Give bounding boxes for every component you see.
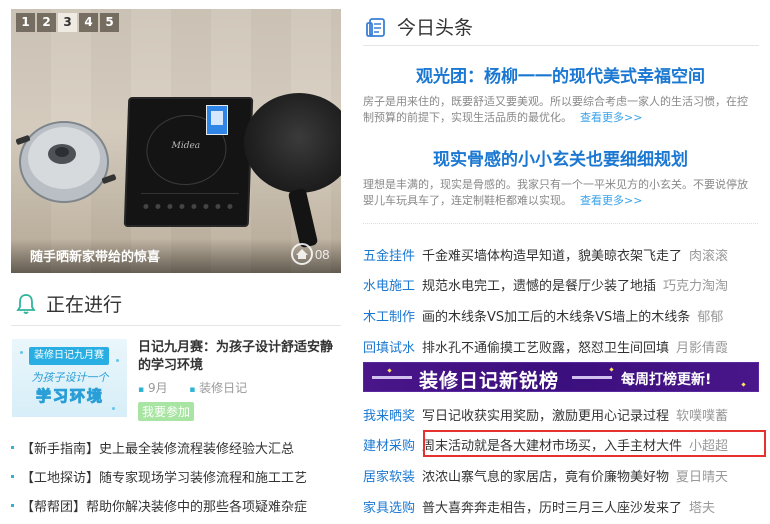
see-more-link[interactable]: 查看更多>> — [580, 111, 642, 124]
list-item[interactable]: 【帮帮团】帮助你解决装修中的那些各项疑难杂症 — [11, 491, 346, 520]
news-link[interactable]: 【帮帮团】帮助你解决装修中的那些各项疑难杂症 — [21, 496, 307, 515]
sparkle-decor — [387, 368, 392, 373]
join-contest-button[interactable]: 我要参加 — [138, 402, 195, 421]
house-logo-icon: 08 — [291, 243, 329, 265]
ongoing-divider — [11, 325, 341, 326]
category-link[interactable]: 五金挂件 — [363, 245, 415, 264]
headlines-divider — [363, 45, 759, 46]
author-name[interactable]: 塔夫 — [689, 497, 715, 516]
watermark-text: 08 — [315, 247, 329, 262]
article-link[interactable]: 画的木线条VS加工后的木线条VS墙上的木线条 — [422, 306, 690, 325]
slider-page-3[interactable]: 3 — [58, 13, 77, 32]
diary-month: 9月 — [147, 381, 168, 395]
price-tag-image — [206, 105, 228, 135]
diary-contest-image[interactable]: 装修日记九月赛 为孩子设计一个 学习环境 — [12, 339, 127, 417]
sparkle-decor — [609, 367, 614, 372]
category-link[interactable]: 居家软装 — [363, 466, 415, 485]
author-name[interactable]: 肉滚滚 — [689, 245, 728, 264]
category-link[interactable]: 家具选购 — [363, 497, 415, 516]
sparkle-decor — [20, 351, 23, 354]
bullet-icon — [11, 446, 14, 449]
category-link[interactable]: 水电施工 — [363, 275, 415, 294]
category-link[interactable]: 我来晒奖 — [363, 405, 415, 424]
author-name[interactable]: 郁郁 — [697, 306, 723, 325]
bullet-icon — [11, 504, 14, 507]
feature-description: 理想是丰满的，现实是骨感的。我家只有一个一平米见方的小玄关。不要说停放婴儿车玩具… — [363, 178, 748, 207]
headlines-title: 今日头条 — [397, 17, 474, 39]
see-more-link[interactable]: 查看更多>> — [580, 194, 642, 207]
feature-article-1: 观光团：杨柳一一的现代美式幸福空间 房子是用来住的，既要舒适又要美观。所以要综合… — [363, 62, 758, 126]
article-link[interactable]: 写日记收获实用奖励，激励更用心记录过程 — [422, 405, 669, 424]
list-item[interactable]: 【工地探访】随专家现场学习装修流程和施工工艺 — [11, 462, 346, 491]
list-item[interactable]: 【新手指南】史上最全装修流程装修经验大汇总 — [11, 433, 346, 462]
induction-cooktop-image: Midea — [123, 97, 254, 227]
diary-image-line1: 为孩子设计一个 — [31, 371, 109, 384]
diary-image-ribbon: 装修日记九月赛 — [29, 347, 109, 365]
sparkle-decor — [116, 359, 119, 362]
slider-page-5[interactable]: 5 — [100, 13, 119, 32]
category-list-top: 五金挂件 千金难买墙体构造早知道，貌美晾衣架飞走了 肉滚滚 水电施工 规范水电完工，遗… — [363, 239, 761, 361]
feature-description: 房子是用来住的，既要舒适又要美观。所以要综合考虑一家人的生活习惯，在控制预算的前… — [363, 95, 748, 124]
cooktop-control-panel — [140, 193, 239, 217]
slider-pagination: 1 2 3 4 5 — [16, 13, 119, 32]
feature-divider — [363, 223, 758, 224]
banner-arrow-left — [372, 376, 412, 379]
diary-contest-title[interactable]: 日记九月赛：为孩子设计舒适安静的学习环境 — [138, 339, 343, 375]
author-name[interactable]: 月影倩霞 — [676, 337, 728, 356]
slider-page-2[interactable]: 2 — [37, 13, 56, 32]
article-link[interactable]: 浓浓山寨气息的家居店，竟有价廉物美好物 — [422, 466, 669, 485]
slider-page-1[interactable]: 1 — [16, 13, 35, 32]
category-link[interactable]: 建材采购 — [363, 435, 415, 454]
diary-image-line2: 学习环境 — [35, 387, 104, 406]
category-link[interactable]: 回填试水 — [363, 337, 415, 356]
category-row[interactable]: 居家软装 浓浓山寨气息的家居店，竟有价廉物美好物 夏日晴天 — [363, 460, 761, 491]
category-row[interactable]: 五金挂件 千金难买墙体构造早知道，貌美晾衣架飞走了 肉滚滚 — [363, 239, 761, 270]
author-name[interactable]: 软噗噗蓄 — [676, 405, 728, 424]
article-link[interactable]: 普大喜奔奔走相告，历时三月三人座沙发来了 — [422, 497, 682, 516]
photo-slider[interactable]: Midea 1 2 3 4 5 随手晒新家带给的惊喜 08 — [11, 9, 341, 273]
news-link[interactable]: 【工地探访】随专家现场学习装修流程和施工工艺 — [21, 467, 307, 486]
news-link[interactable]: 【新手指南】史上最全装修流程装修经验大汇总 — [21, 438, 294, 457]
feature-article-2: 现实骨感的小小玄关也要细细规划 理想是丰满的，现实是骨感的。我家只有一个一平米见… — [363, 145, 758, 209]
feature-title[interactable]: 现实骨感的小小玄关也要细细规划 — [363, 145, 758, 170]
bullet-icon — [11, 475, 14, 478]
banner-title: 装修日记新锐榜 — [419, 370, 560, 392]
category-link[interactable]: 木工制作 — [363, 306, 415, 325]
diary-contest-meta: ▪ 9月 ▪ 装修日记 — [138, 381, 248, 395]
ongoing-title: 正在进行 — [46, 294, 123, 316]
article-link[interactable]: 千金难买墙体构造早知道，貌美晾衣架飞走了 — [422, 245, 682, 264]
article-link[interactable]: 排水孔不通偷摸工艺败露，怒怼卫生间回填 — [422, 337, 669, 356]
slider-page-4[interactable]: 4 — [79, 13, 98, 32]
highlight-box — [423, 430, 766, 457]
banner-arrow-mid — [572, 376, 612, 379]
diary-category: 装修日记 — [199, 381, 248, 395]
category-row[interactable]: 家具选购 普大喜奔奔走相告，历时三月三人座沙发来了 塔夫 — [363, 491, 761, 522]
category-list-bottom: 我来晒奖 写日记收获实用奖励，激励更用心记录过程 软噗噗蓄 建材采购 周末活动就是各大… — [363, 399, 761, 521]
sparkle-decor — [112, 407, 115, 410]
pot-image — [16, 121, 117, 203]
headlines-header: 今日头条 — [365, 13, 473, 40]
banner-subtitle: 每周打榜更新! — [621, 372, 712, 388]
diary-ranking-banner[interactable]: 装修日记新锐榜 每周打榜更新! — [363, 362, 759, 392]
newspaper-icon — [366, 17, 385, 37]
cooktop-brand: Midea — [171, 141, 201, 151]
category-row[interactable]: 我来晒奖 写日记收获实用奖励，激励更用心记录过程 软噗噗蓄 — [363, 399, 761, 430]
sparkle-decor — [741, 382, 746, 387]
ongoing-header: 正在进行 — [15, 290, 122, 317]
category-row[interactable]: 水电施工 规范水电完工，遗憾的是餐厅少装了地插 巧克力淘淘 — [363, 270, 761, 301]
slider-caption[interactable]: 随手晒新家带给的惊喜 — [30, 246, 160, 265]
category-row[interactable]: 木工制作 画的木线条VS加工后的木线条VS墙上的木线条 郁郁 — [363, 300, 761, 331]
author-name[interactable]: 巧克力淘淘 — [663, 275, 728, 294]
author-name[interactable]: 夏日晴天 — [676, 466, 728, 485]
bell-icon — [16, 293, 36, 314]
ongoing-news-list: 【新手指南】史上最全装修流程装修经验大汇总 【工地探访】随专家现场学习装修流程和… — [11, 433, 346, 520]
category-row[interactable]: 回填试水 排水孔不通偷摸工艺败露，怒怼卫生间回填 月影倩霞 — [363, 331, 761, 362]
feature-title[interactable]: 观光团：杨柳一一的现代美式幸福空间 — [363, 62, 758, 87]
article-link[interactable]: 规范水电完工，遗憾的是餐厅少装了地插 — [422, 275, 656, 294]
